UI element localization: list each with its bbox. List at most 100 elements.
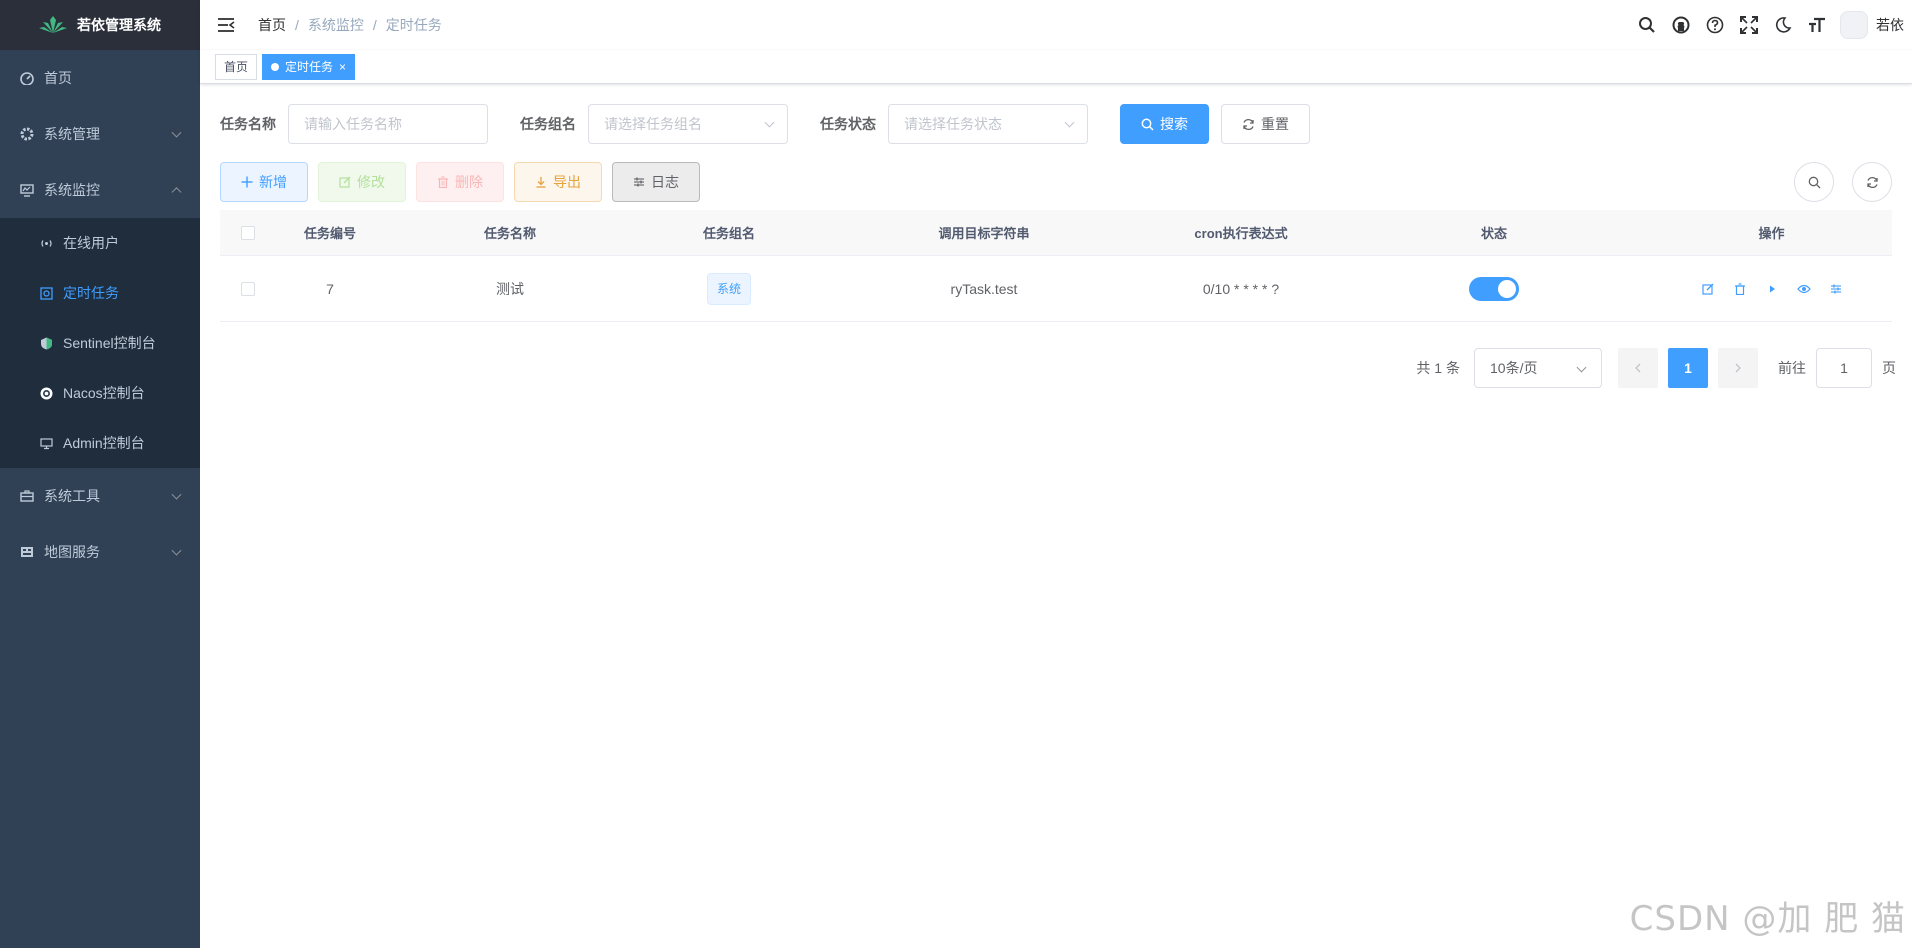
sidebar-item-nacos[interactable]: Nacos控制台	[0, 368, 200, 418]
select-all-checkbox[interactable]	[240, 225, 255, 240]
eye-icon[interactable]	[1796, 281, 1812, 297]
sidebar-item-tools[interactable]: 系统工具	[0, 468, 200, 524]
search-icon	[1808, 176, 1820, 188]
sidebar-item-home[interactable]: 首页	[0, 50, 200, 106]
form-item-job-group: 任务组名 请选择任务组名	[520, 104, 788, 144]
breadcrumb-item-home[interactable]: 首页	[258, 15, 286, 35]
username[interactable]: 若依	[1876, 15, 1904, 35]
cell-invoke-target: ryTask.test	[950, 280, 1018, 297]
job-group-placeholder: 请选择任务组名	[604, 116, 702, 132]
cell-job-group: 系统	[635, 256, 823, 321]
page-size-select[interactable]: 10条/页	[1474, 348, 1602, 388]
logo[interactable]: 若依管理系统	[0, 0, 200, 50]
row-actions	[1700, 281, 1844, 297]
status-switch[interactable]	[1469, 276, 1519, 301]
sidebar-item-label: Sentinel控制台	[63, 335, 156, 351]
cell-actions	[1651, 256, 1892, 321]
switch-knob	[1498, 279, 1516, 298]
sidebar-item-online-users[interactable]: 在线用户	[0, 218, 200, 268]
tags-view: 首页 定时任务 ×	[200, 50, 1912, 84]
next-page-button[interactable]	[1718, 348, 1758, 388]
sidebar-item-map[interactable]: 地图服务	[0, 524, 200, 580]
sidebar-item-label: Nacos控制台	[63, 385, 145, 401]
edit-button-label: 修改	[357, 174, 385, 190]
goto-page-input[interactable]: 1	[1816, 348, 1872, 388]
job-name-input[interactable]: 请输入任务名称	[288, 104, 488, 144]
prev-page-button[interactable]	[1618, 348, 1658, 388]
job-name-placeholder: 请输入任务名称	[304, 116, 402, 132]
close-icon[interactable]: ×	[339, 55, 346, 79]
edit-icon[interactable]	[1700, 281, 1716, 297]
job-status-label: 任务状态	[820, 116, 876, 132]
group-tag: 系统	[706, 272, 751, 305]
pagination: 共 1 条 10条/页 1 前往 1 页	[1416, 348, 1896, 388]
active-dot-icon	[271, 62, 280, 71]
sidebar-item-sentinel[interactable]: Sentinel控制台	[0, 318, 200, 368]
chevron-left-icon	[1635, 363, 1641, 373]
sidebar-item-label: 在线用户	[63, 235, 119, 251]
job-group-label: 任务组名	[520, 116, 576, 132]
job-icon	[40, 286, 53, 300]
tag-home[interactable]: 首页	[215, 53, 258, 80]
job-group-select[interactable]: 请选择任务组名	[588, 104, 788, 144]
font-size-icon[interactable]	[1800, 0, 1834, 50]
header-job-name: 任务名称	[483, 226, 536, 241]
export-button[interactable]: 导出	[514, 162, 602, 202]
trash-icon	[438, 176, 448, 188]
edit-button[interactable]: 修改	[318, 162, 406, 202]
table-header: 任务编号 任务名称 任务组名 调用目标字符串 cron执行表达式 状态 操作	[220, 210, 1892, 256]
navbar: 首页 / 系统监控 / 定时任务 若依	[200, 0, 1912, 50]
add-button[interactable]: 新增	[220, 162, 308, 202]
sidebar-item-label: 首页	[44, 70, 72, 86]
sidebar-item-jobs[interactable]: 定时任务	[0, 268, 200, 318]
sidebar-item-system[interactable]: 系统管理	[0, 106, 200, 162]
page-size-value: 10条/页	[1490, 360, 1538, 376]
sidebar-item-admin[interactable]: Admin控制台	[0, 418, 200, 468]
fullscreen-icon[interactable]	[1732, 0, 1766, 50]
search-button-label: 搜索	[1160, 116, 1188, 132]
github-icon[interactable]	[1664, 0, 1698, 50]
app-title: 若依管理系统	[77, 17, 161, 33]
monitor-icon	[20, 183, 34, 197]
reset-button[interactable]: 重置	[1221, 104, 1310, 144]
chevron-down-icon	[171, 545, 182, 556]
search-button[interactable]: 搜索	[1120, 104, 1209, 144]
search-icon[interactable]	[1630, 0, 1664, 50]
cell-cron: 0/10 * * * * ?	[1202, 280, 1280, 297]
main-content: 任务名称 请输入任务名称 任务组名 请选择任务组名 任务状态 请选择任务状态 搜…	[200, 84, 1912, 948]
hamburger-icon[interactable]	[216, 15, 236, 35]
sliders-icon	[634, 177, 644, 187]
table-row: 7 测试 系统 ryTask.test 0/10 * * * * ?	[220, 256, 1892, 322]
submenu-monitor: 在线用户 定时任务 Sentinel控制台 Nacos控制台 Admin控制台	[0, 218, 200, 468]
delete-button[interactable]: 删除	[416, 162, 504, 202]
trash-icon[interactable]	[1732, 281, 1748, 297]
select-all-cell	[220, 210, 275, 255]
log-button[interactable]: 日志	[612, 162, 700, 202]
tag-label: 定时任务	[285, 59, 334, 74]
row-checkbox[interactable]	[240, 281, 255, 296]
row-select-cell	[220, 256, 275, 321]
cell-job-name: 测试	[496, 280, 524, 297]
avatar[interactable]	[1840, 11, 1868, 39]
form-item-job-name: 任务名称 请输入任务名称	[220, 104, 488, 144]
dashboard-icon	[20, 71, 34, 85]
log-button-label: 日志	[651, 174, 679, 190]
form-item-job-status: 任务状态 请选择任务状态	[820, 104, 1088, 144]
logo-icon	[39, 16, 67, 33]
play-icon[interactable]	[1764, 281, 1780, 297]
chevron-down-icon	[764, 117, 775, 128]
moon-icon[interactable]	[1766, 0, 1800, 50]
chevron-down-icon	[171, 127, 182, 138]
refresh-button[interactable]	[1852, 162, 1892, 202]
sidebar-item-monitor[interactable]: 系统监控	[0, 162, 200, 218]
plus-icon	[241, 176, 253, 188]
help-icon[interactable]	[1698, 0, 1732, 50]
page-number[interactable]: 1	[1668, 348, 1708, 388]
tag-jobs[interactable]: 定时任务 ×	[262, 53, 356, 80]
header-invoke-target: 调用目标字符串	[938, 226, 1030, 241]
sidebar-item-label: Admin控制台	[63, 435, 145, 451]
goto-label: 前往	[1778, 360, 1806, 376]
toggle-search-button[interactable]	[1794, 162, 1834, 202]
job-status-select[interactable]: 请选择任务状态	[888, 104, 1088, 144]
sliders-icon[interactable]	[1828, 281, 1844, 297]
